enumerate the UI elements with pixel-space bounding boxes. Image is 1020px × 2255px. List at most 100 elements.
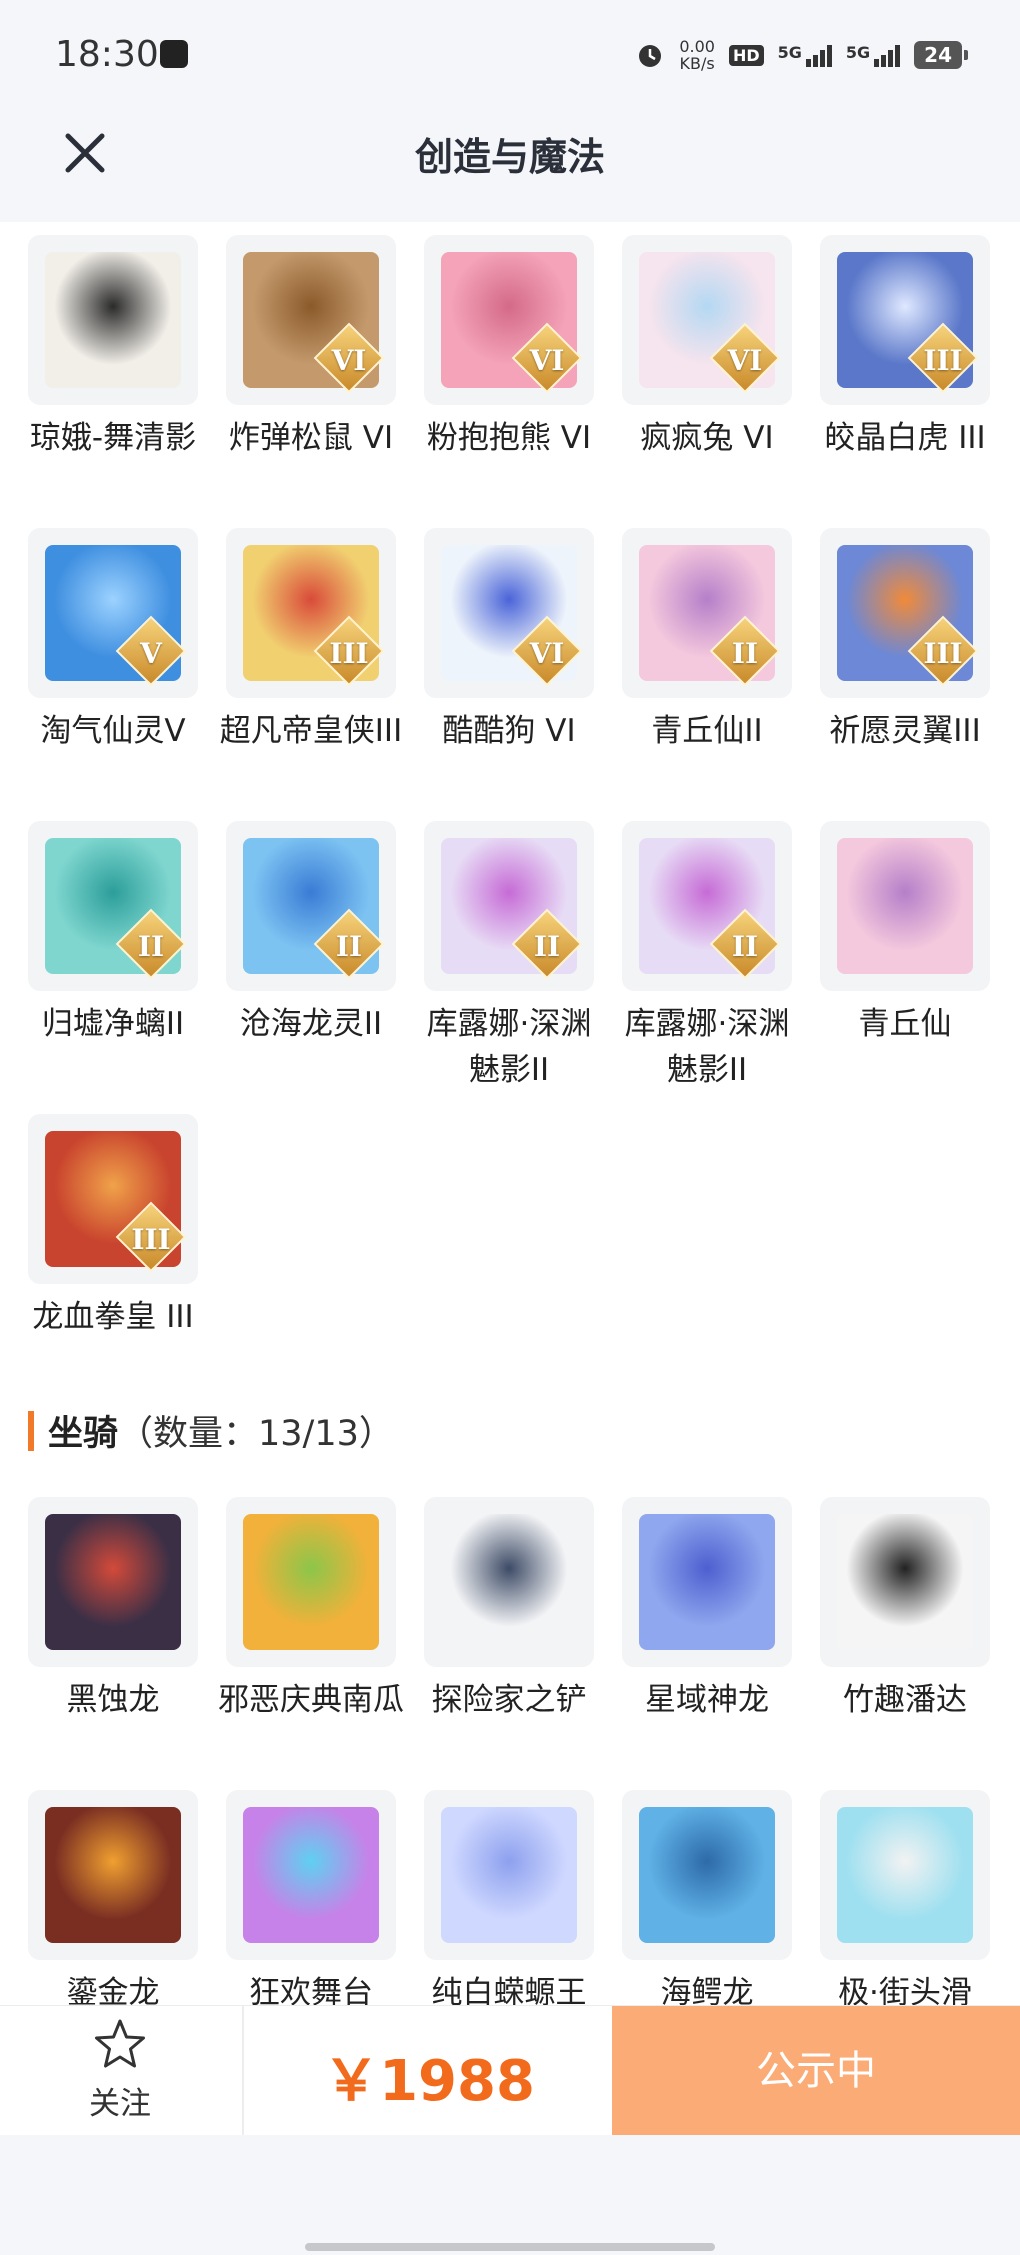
item-artwork — [837, 1514, 973, 1650]
item-label: 青丘仙II — [651, 713, 763, 749]
status-time: 18:30 — [55, 34, 159, 75]
item-thumbnail: VI — [424, 528, 594, 698]
section-count: （数量：13/13） — [118, 1414, 394, 1454]
rank-badge-label: VI — [727, 344, 763, 377]
skin-item[interactable]: II 库露娜·深渊魅影II — [608, 821, 806, 1093]
item-thumbnail: II — [424, 821, 594, 991]
item-label: 竹趣潘达 — [843, 1682, 967, 1718]
rank-badge-label: II — [137, 930, 165, 963]
item-label: 炸弹松鼠 VI — [228, 420, 394, 456]
mount-item[interactable]: 海鳄龙 — [608, 1790, 806, 2016]
skin-item[interactable]: III 祈愿灵翼III — [806, 528, 1004, 754]
skin-item[interactable]: 琼娥-舞清影 — [14, 235, 212, 461]
item-label: 皎晶白虎 III — [824, 420, 986, 456]
item-thumbnail — [622, 1790, 792, 1960]
home-indicator[interactable] — [305, 2243, 715, 2251]
bottom-action-bar: 关注 ￥1988 公示中 — [0, 2005, 1020, 2136]
rank-badge-label: II — [731, 637, 759, 670]
price-value: ￥1988 — [323, 2049, 535, 2114]
item-thumbnail: III — [820, 528, 990, 698]
item-artwork — [243, 1807, 379, 1943]
item-thumbnail: II — [226, 821, 396, 991]
section-title: 坐骑 — [48, 1414, 119, 1454]
item-artwork — [441, 1514, 577, 1650]
mount-item[interactable]: 星域神龙 — [608, 1497, 806, 1723]
item-label: 青丘仙 — [858, 1006, 952, 1042]
app-notification-icon — [160, 40, 188, 68]
item-label: 星域神龙 — [645, 1682, 769, 1718]
mount-item[interactable]: 狂欢舞台 — [212, 1790, 410, 2016]
mount-item[interactable]: 鎏金龙 — [14, 1790, 212, 2016]
item-thumbnail: II — [622, 821, 792, 991]
skin-item[interactable]: VI 粉抱抱熊 VI — [410, 235, 608, 461]
public-notice-button[interactable]: 公示中 — [612, 2006, 1020, 2136]
item-label: 库露娜·深渊魅影II — [426, 1006, 592, 1088]
skin-item[interactable]: 青丘仙 — [806, 821, 1004, 1047]
item-artwork — [243, 1514, 379, 1650]
mounts-section-header: 坐骑 （数量：13/13） — [28, 1405, 394, 1456]
mount-item[interactable]: 竹趣潘达 — [806, 1497, 1004, 1723]
battery-icon: 24 — [914, 41, 968, 69]
item-thumbnail — [28, 1790, 198, 1960]
item-thumbnail — [622, 1497, 792, 1667]
item-label: 疯疯兔 VI — [640, 420, 774, 456]
rank-badge-label: VI — [529, 344, 565, 377]
item-label: 沧海龙灵II — [239, 1006, 383, 1042]
item-thumbnail: III — [226, 528, 396, 698]
skin-item[interactable]: III 龙血拳皇 III — [14, 1114, 212, 1340]
rank-badge-label: II — [731, 930, 759, 963]
item-thumbnail — [28, 235, 198, 405]
section-accent-bar — [28, 1410, 34, 1451]
skin-item[interactable]: VI 疯疯兔 VI — [608, 235, 806, 461]
skin-item[interactable]: II 库露娜·深渊魅影II — [410, 821, 608, 1093]
item-label: 琼娥-舞清影 — [29, 420, 197, 456]
skin-item[interactable]: VI 酷酷狗 VI — [410, 528, 608, 754]
rank-badge-label: III — [923, 344, 963, 377]
rank-badge-label: V — [140, 637, 162, 670]
item-artwork — [45, 1807, 181, 1943]
signal-sim1-icon: 5G — [778, 43, 832, 67]
rank-badge-label: II — [533, 930, 561, 963]
mount-item[interactable]: 极·街头滑 — [806, 1790, 1004, 2016]
item-thumbnail — [226, 1497, 396, 1667]
mount-item[interactable]: 邪恶庆典南瓜 — [212, 1497, 410, 1723]
item-artwork — [837, 838, 973, 974]
item-label: 龙血拳皇 III — [32, 1299, 194, 1335]
item-thumbnail: II — [28, 821, 198, 991]
item-artwork — [441, 1807, 577, 1943]
skin-item[interactable]: II 归墟净螭II — [14, 821, 212, 1047]
item-thumbnail: III — [28, 1114, 198, 1284]
follow-label: 关注 — [89, 2086, 151, 2122]
skin-item[interactable]: II 青丘仙II — [608, 528, 806, 754]
item-label: 酷酷狗 VI — [442, 713, 576, 749]
item-label: 归墟净螭II — [41, 1006, 185, 1042]
rank-badge-label: VI — [529, 637, 565, 670]
item-label: 黑蚀龙 — [66, 1682, 160, 1718]
mount-item[interactable]: 探险家之铲 — [410, 1497, 608, 1723]
skin-item[interactable]: V 淘气仙灵V — [14, 528, 212, 754]
item-artwork — [837, 1807, 973, 1943]
item-artwork — [639, 1807, 775, 1943]
network-speed: 0.00 KB/s — [679, 37, 715, 73]
skin-item[interactable]: II 沧海龙灵II — [212, 821, 410, 1047]
skin-item[interactable]: VI 炸弹松鼠 VI — [212, 235, 410, 461]
alarm-icon — [639, 45, 662, 67]
item-label: 祈愿灵翼III — [829, 713, 981, 749]
item-label: 库露娜·深渊魅影II — [624, 1006, 790, 1088]
rank-badge-label: III — [131, 1223, 171, 1256]
follow-button[interactable]: 关注 — [0, 2006, 240, 2136]
page-title: 创造与魔法 — [414, 135, 605, 179]
header: 创造与魔法 — [0, 110, 1020, 222]
item-thumbnail — [820, 821, 990, 991]
skin-item[interactable]: III 超凡帝皇侠III — [212, 528, 410, 754]
item-thumbnail: VI — [226, 235, 396, 405]
item-thumbnail — [28, 1497, 198, 1667]
item-thumbnail — [820, 1790, 990, 1960]
mount-item[interactable]: 黑蚀龙 — [14, 1497, 212, 1723]
skin-item[interactable]: III 皎晶白虎 III — [806, 235, 1004, 461]
item-artwork — [45, 1514, 181, 1650]
rank-badge-label: II — [335, 930, 363, 963]
mount-item[interactable]: 纯白蝾螈王 — [410, 1790, 608, 2016]
rank-badge-label: VI — [331, 344, 367, 377]
status-icons: 0.00 KB/s HD 5G 5G 24 — [635, 37, 968, 73]
